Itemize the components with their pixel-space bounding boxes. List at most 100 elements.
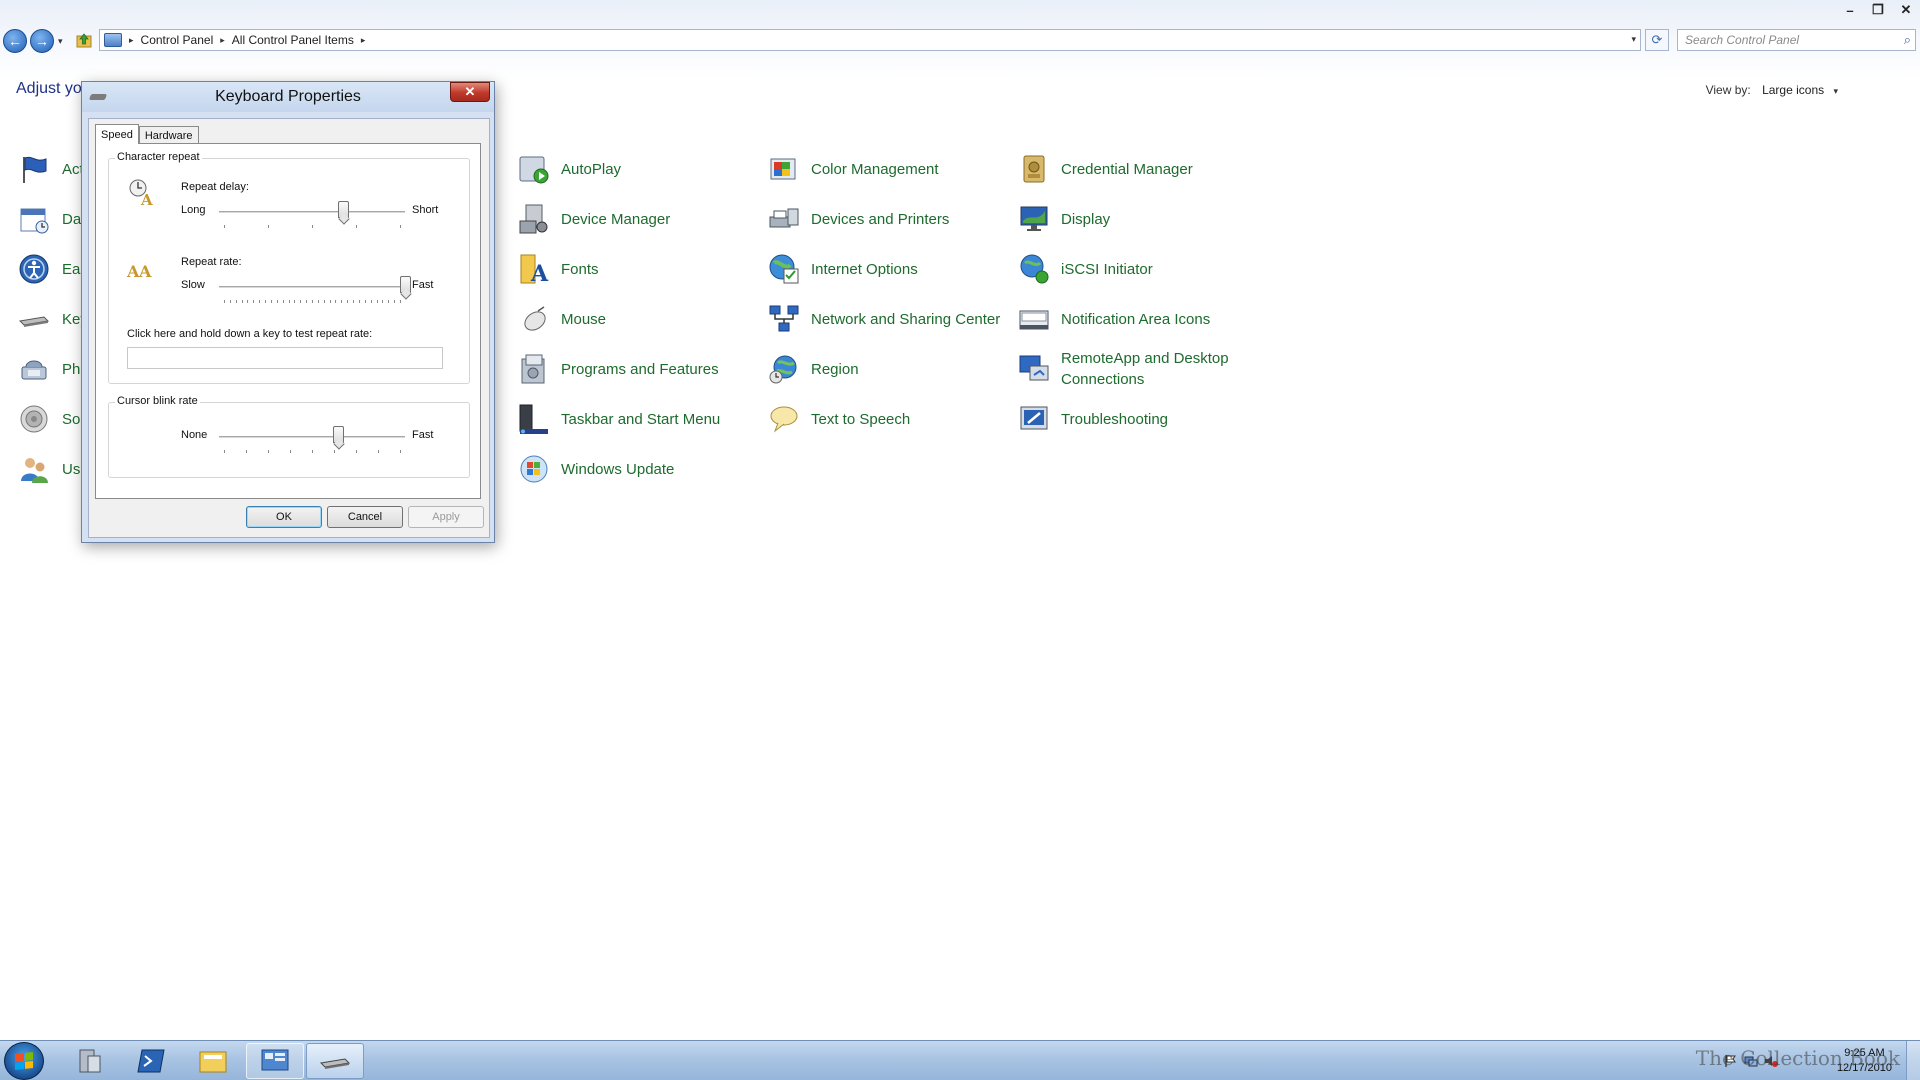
recent-pages-dropdown[interactable]: ▾: [58, 36, 63, 47]
repeat-rate-min-label: Slow: [181, 279, 205, 291]
dialog-close-button[interactable]: ✕: [450, 82, 490, 102]
up-folder-icon[interactable]: [76, 32, 92, 48]
cp-item-network-sharing[interactable]: Network and Sharing Center: [768, 299, 1008, 339]
forward-button[interactable]: →: [30, 29, 54, 53]
ok-button[interactable]: OK: [246, 506, 322, 528]
dialog-body: Speed Hardware Character repeat A Repeat…: [88, 118, 490, 538]
taskbar-server-manager[interactable]: [60, 1043, 118, 1079]
breadcrumb-control-panel[interactable]: Control Panel: [141, 33, 214, 47]
slider-tick: [353, 300, 355, 303]
cp-item-label: Color Management: [811, 160, 939, 178]
cp-item-windows-update[interactable]: Windows Update: [518, 449, 758, 489]
cp-item-display[interactable]: Display: [1018, 199, 1258, 239]
slider-tick: [253, 300, 255, 303]
chevron-down-icon[interactable]: ▾: [1833, 86, 1838, 96]
navigation-bar: ← → ▾ ▸ Control Panel ▸ All Control Pane…: [0, 28, 1920, 53]
cp-item-label: Fonts: [561, 260, 599, 278]
address-bar[interactable]: ▸ Control Panel ▸ All Control Panel Item…: [99, 29, 1641, 51]
cursor-blink-track: [219, 436, 405, 438]
cp-item-mouse[interactable]: Mouse: [518, 299, 758, 339]
cp-item-fonts[interactable]: A Fonts: [518, 249, 758, 289]
view-by-value[interactable]: Large icons: [1762, 83, 1824, 97]
taskbar-keyboard-properties[interactable]: [306, 1043, 364, 1079]
slider-tick: [224, 300, 225, 303]
cp-item-notification-area[interactable]: Notification Area Icons: [1018, 299, 1258, 339]
show-desktop-button[interactable]: [1906, 1041, 1920, 1080]
search-icon[interactable]: ⌕: [1904, 32, 1911, 48]
troubleshooting-icon: [1020, 406, 1048, 430]
breadcrumb-all-items[interactable]: All Control Panel Items: [232, 33, 354, 47]
breadcrumb-separator[interactable]: ▸: [361, 35, 366, 46]
search-input[interactable]: Search Control Panel ⌕: [1677, 29, 1916, 51]
internet-options-icon: [769, 254, 799, 284]
taskbar-explorer[interactable]: [184, 1043, 242, 1079]
taskbar-powershell[interactable]: [122, 1043, 180, 1079]
svg-text:A: A: [138, 262, 152, 281]
start-button[interactable]: [4, 1042, 44, 1080]
cp-item-region[interactable]: Region: [768, 349, 1008, 389]
cp-item-programs-features[interactable]: Programs and Features: [518, 349, 758, 389]
cursor-blink-slider-thumb[interactable]: [332, 426, 344, 443]
slider-tick: [268, 450, 269, 453]
slider-tick: [378, 450, 379, 453]
close-window-button[interactable]: ✕: [1892, 0, 1920, 20]
slider-tick: [294, 300, 296, 303]
breadcrumb-separator[interactable]: ▸: [220, 35, 225, 46]
tab-speed[interactable]: Speed: [95, 124, 139, 144]
address-history-dropdown[interactable]: ▾: [1631, 34, 1636, 45]
taskbar-start-icon: [519, 404, 548, 434]
cp-item-color-management[interactable]: Color Management: [768, 149, 1008, 189]
autoplay-icon: [519, 156, 549, 184]
cp-item-troubleshooting[interactable]: Troubleshooting: [1018, 399, 1258, 439]
cursor-blink-group: Cursor blink rate None Fast: [108, 395, 470, 478]
dialog-title: Keyboard Properties: [215, 88, 361, 105]
cp-item-label: RemoteApp and Desktop Connections: [1061, 350, 1229, 388]
cp-item-devices-printers[interactable]: Devices and Printers: [768, 199, 1008, 239]
window-controls: – ❐ ✕: [1836, 0, 1920, 20]
test-repeat-input[interactable]: [127, 347, 443, 369]
slider-tick: [282, 300, 284, 303]
slider-tick: [394, 300, 396, 303]
restore-button[interactable]: ❐: [1864, 0, 1892, 20]
refresh-button[interactable]: ⟳: [1645, 29, 1669, 51]
cp-item-device-manager[interactable]: Device Manager: [518, 199, 758, 239]
taskbar: 9:25 AM 12/17/2010: [0, 1040, 1920, 1080]
repeat-rate-slider-thumb[interactable]: [399, 276, 411, 293]
cp-item-label: Region: [811, 360, 859, 378]
view-by-control[interactable]: View by: Large icons ▾: [1706, 83, 1838, 97]
cp-item-remoteapp[interactable]: RemoteApp and Desktop Connections: [1018, 349, 1258, 389]
cp-item-text-to-speech[interactable]: Text to Speech: [768, 399, 1008, 439]
tab-hardware[interactable]: Hardware: [138, 126, 199, 144]
cp-item-label: Notification Area Icons: [1061, 310, 1211, 328]
slider-tick: [329, 300, 331, 303]
slider-tick: [356, 450, 357, 453]
cp-item-label: Text to Speech: [811, 410, 911, 428]
dialog-title-bar[interactable]: Keyboard Properties: [82, 82, 494, 112]
cp-item-taskbar-start[interactable]: Taskbar and Start Menu: [518, 399, 758, 439]
apply-button[interactable]: Apply: [408, 506, 484, 528]
cursor-blink-max-label: Fast: [412, 429, 434, 441]
cp-item-label: AutoPlay: [561, 160, 622, 178]
credential-manager-icon: [1023, 155, 1045, 183]
cp-item-credential-manager[interactable]: Credential Manager: [1018, 149, 1258, 189]
repeat-delay-slider-thumb[interactable]: [338, 201, 350, 218]
repeat-delay-label: Repeat delay:: [181, 181, 249, 193]
date-time-calendar-icon: [20, 208, 49, 234]
cancel-button[interactable]: Cancel: [327, 506, 403, 528]
test-repeat-label: Click here and hold down a key to test r…: [127, 328, 373, 340]
slider-tick: [241, 300, 243, 303]
back-button[interactable]: ←: [3, 29, 27, 53]
cp-item-internet-options[interactable]: Internet Options: [768, 249, 1008, 289]
character-repeat-group: Character repeat A Repeat delay: Long Sh…: [108, 151, 470, 384]
cp-item-iscsi-initiator[interactable]: iSCSI Initiator: [1018, 249, 1258, 289]
view-by-label: View by:: [1705, 83, 1751, 97]
search-placeholder: Search Control Panel: [1685, 33, 1800, 47]
minimize-button[interactable]: –: [1836, 0, 1864, 20]
display-icon: [1020, 206, 1048, 231]
breadcrumb-separator[interactable]: ▸: [129, 35, 134, 46]
slider-tick: [335, 300, 337, 303]
slider-tick: [246, 450, 247, 453]
taskbar-control-panel[interactable]: [246, 1043, 304, 1079]
cp-item-autoplay[interactable]: AutoPlay: [518, 149, 758, 189]
slider-tick: [276, 300, 278, 303]
